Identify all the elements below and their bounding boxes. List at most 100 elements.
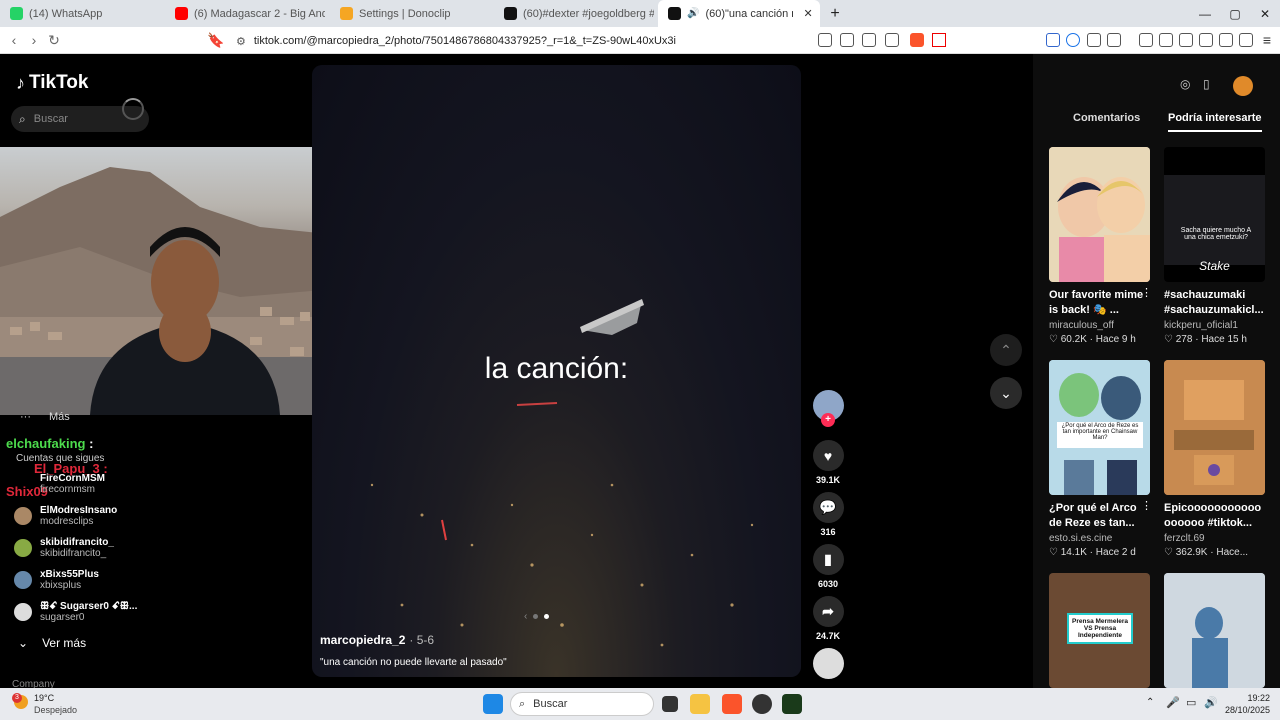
puzzle-icon[interactable] (1087, 33, 1101, 47)
carousel-dot[interactable] (533, 614, 539, 619)
terminal-icon[interactable] (782, 694, 802, 714)
site-info-icon[interactable]: ⚙ (236, 35, 246, 48)
obs-icon[interactable] (752, 694, 772, 714)
share-icon[interactable] (885, 33, 899, 47)
speaker-icon[interactable]: 🔊 (687, 8, 699, 19)
tab-active-tiktok[interactable]: 🔊 (60)"una canción no puede lle ✕ (658, 0, 820, 27)
account-item[interactable]: FireCornMSM firecornmsm (40, 473, 105, 495)
brave-rewards-icon[interactable] (932, 33, 946, 47)
sound-avatar[interactable] (812, 648, 844, 683)
card-likes: 362.9K (1175, 547, 1208, 558)
weather-temp[interactable]: 19°C (34, 693, 54, 703)
account-item[interactable]: xBixs55Plus xbixsplus (14, 569, 99, 591)
carousel-dot-active[interactable] (544, 614, 550, 619)
taskbar-search[interactable]: ⌕ Buscar (510, 692, 654, 716)
weather-desc[interactable]: Despejado (34, 705, 77, 715)
recommended-card[interactable]: Sacha quiere mucho A una chica emetzuki?… (1164, 147, 1265, 345)
card-thumbnail[interactable] (1164, 573, 1265, 688)
file-explorer-icon[interactable] (690, 694, 710, 714)
translate-icon[interactable] (862, 33, 876, 47)
volume-icon[interactable]: 🔊 (1204, 696, 1218, 709)
microphone-icon[interactable]: 🎤 (1166, 696, 1180, 709)
author-name[interactable]: marcopiedra_2 (320, 633, 405, 647)
card-menu-icon[interactable]: ⋮ (1141, 499, 1152, 512)
download-icon[interactable] (1139, 33, 1153, 47)
card-title: ¿Por qué el Arco de Reze es tan... (1049, 502, 1137, 529)
maximize-button[interactable]: ▢ (1220, 0, 1250, 27)
network-icon[interactable]: ▭ (1186, 696, 1196, 709)
photo-carousel-indicator[interactable]: ‹ (524, 611, 550, 622)
tab-madagascar[interactable]: (6) Madagascar 2 - Big And Chunky (165, 0, 325, 27)
follow-plus-icon[interactable]: + (821, 413, 835, 427)
card-thumbnail[interactable]: ¿Por qué el Arco de Reze es tan importan… (1049, 360, 1150, 495)
tray-chevron-icon[interactable]: ⌃ (1146, 697, 1154, 708)
wallet-icon[interactable] (1199, 33, 1213, 47)
tab-comments[interactable]: Comentarios (1073, 112, 1140, 124)
more-label: Más (49, 411, 70, 423)
account-item[interactable]: skibidifrancito_ skibidifrancito_ (14, 537, 114, 559)
card-user[interactable]: miraculous_off (1049, 320, 1150, 331)
avatar (14, 603, 32, 621)
music-icon[interactable] (1159, 33, 1173, 47)
card-user[interactable]: ferzclt.69 (1164, 533, 1265, 544)
card-user[interactable]: kickperu_oficial1 (1164, 320, 1265, 331)
tab-donoclip[interactable]: Settings | Donoclip (330, 0, 490, 27)
account-name: skibidifrancito_ (40, 537, 114, 548)
leo-icon[interactable] (1219, 33, 1233, 47)
minimize-button[interactable]: — (1190, 0, 1220, 27)
recommended-card[interactable] (1164, 573, 1265, 688)
new-tab-button[interactable]: + (820, 0, 850, 27)
device-icon[interactable]: ▯ (1203, 77, 1217, 95)
windows-start-icon[interactable] (483, 694, 503, 714)
clock-time[interactable]: 19:22 (1228, 693, 1270, 703)
card-thumbnail[interactable] (1049, 147, 1150, 282)
compass-icon[interactable]: ◎ (1180, 77, 1202, 95)
back-button[interactable]: ‹ (4, 30, 24, 50)
close-window-button[interactable]: ✕ (1250, 0, 1280, 27)
card-user[interactable]: esto.si.es.cine (1049, 533, 1150, 544)
card-thumbnail[interactable]: Prensa Mermelera VS Prensa Independiente (1049, 573, 1150, 688)
account-item[interactable]: ꕥꗃ Sugarser0 ꗃꕥ... sugarser0 (14, 601, 137, 623)
speech-icon[interactable] (1046, 33, 1060, 47)
vpn-icon[interactable] (1239, 33, 1253, 47)
tab-whatsapp[interactable]: (14) WhatsApp (0, 0, 165, 27)
recommended-card[interactable]: Epicooooooooooo oooooo #tiktok... ferzcl… (1164, 360, 1265, 558)
next-video-button[interactable]: ⌄ (990, 377, 1022, 409)
recommended-card[interactable]: ¿Por qué el Arco de Reze es tan importan… (1049, 360, 1152, 558)
save-button[interactable]: ▮ 6030 (812, 544, 844, 589)
bookmark-icon[interactable]: 🔖 (206, 30, 226, 50)
extension-icon[interactable] (1066, 33, 1080, 47)
reload-button[interactable]: ↻ (44, 30, 64, 50)
profile-avatar[interactable] (1233, 76, 1253, 96)
card-thumbnail[interactable]: Sacha quiere mucho A una chica emetzuki?… (1164, 147, 1265, 282)
sidepanel-icon[interactable] (1107, 33, 1121, 47)
like-button[interactable]: ♥ 39.1K (812, 440, 844, 485)
tab-recommended[interactable]: Podría interesarte (1168, 112, 1262, 132)
share-button[interactable]: ➦ 24.7K (812, 596, 844, 641)
recommended-card[interactable]: Our favorite mime is back! 🎭 ... miracul… (1049, 147, 1152, 345)
account-handle: xbixsplus (40, 580, 82, 591)
sidebar-icon[interactable] (1179, 33, 1193, 47)
previous-video-button[interactable]: ⌃ (990, 334, 1022, 366)
video-author[interactable]: marcopiedra_2 · 5-6 (320, 633, 434, 647)
more-menu[interactable]: ··· Más (20, 411, 70, 423)
tab-dexter[interactable]: (60)#dexter #joegoldberg #paratiiii (494, 0, 654, 27)
card-thumbnail[interactable] (1164, 360, 1265, 495)
forward-button[interactable]: › (24, 30, 44, 50)
tiktok-logo[interactable]: ♪ TikTok (16, 72, 88, 94)
cast-icon[interactable] (840, 33, 854, 47)
account-item[interactable]: ElModresInsano modresclips (14, 505, 117, 527)
comment-button[interactable]: 💬 316 (812, 492, 844, 537)
see-more-button[interactable]: ⌄ Ver más (18, 636, 86, 650)
close-tab-icon[interactable]: ✕ (803, 7, 812, 20)
task-view-icon[interactable] (662, 696, 678, 712)
clock-date[interactable]: 28/10/2025 (1220, 705, 1270, 715)
creator-avatar[interactable]: + (812, 390, 844, 427)
menu-icon[interactable]: ≡ (1257, 30, 1277, 50)
brave-browser-icon[interactable] (722, 694, 742, 714)
reader-icon[interactable] (818, 33, 832, 47)
card-menu-icon[interactable]: ⋮ (1141, 286, 1152, 299)
recommended-card[interactable]: Prensa Mermelera VS Prensa Independiente (1049, 573, 1150, 688)
brave-shield-icon[interactable] (910, 33, 924, 47)
chevron-left-icon[interactable]: ‹ (524, 611, 527, 622)
